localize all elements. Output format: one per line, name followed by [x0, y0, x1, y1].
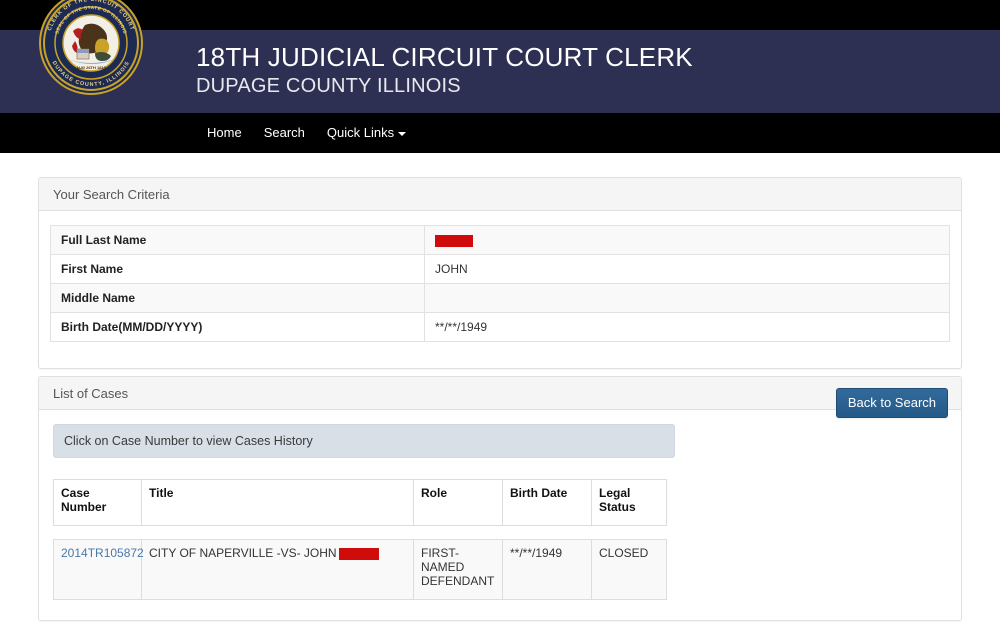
- criteria-label-first-name: First Name: [50, 254, 425, 284]
- column-header-legal-status: Legal Status: [591, 479, 667, 526]
- search-criteria-body: Full Last Name First Name JOHN Middle Na…: [39, 211, 961, 353]
- site-branding: 18TH JUDICIAL CIRCUIT COURT CLERK DUPAGE…: [196, 41, 693, 99]
- search-criteria-title: Your Search Criteria: [53, 187, 170, 202]
- list-of-cases-title: List of Cases: [53, 386, 129, 401]
- column-header-title: Title: [141, 479, 414, 526]
- cell-case-number: 2014TR105872: [53, 539, 144, 600]
- table-row: 2014TR105872 CITY OF NAPERVILLE -VS- JOH…: [53, 539, 667, 600]
- criteria-value-full-last-name: [424, 225, 950, 255]
- criteria-label-full-last-name: Full Last Name: [50, 225, 425, 255]
- seal-date-text: AUG 26TH 1818: [76, 65, 107, 70]
- column-header-birth-date: Birth Date: [502, 479, 592, 526]
- nav-item-quick-links-label: Quick Links: [326, 125, 395, 140]
- search-criteria-heading: Your Search Criteria: [39, 178, 961, 211]
- criteria-value-birth-date: **/**/1949: [424, 312, 950, 342]
- table-row: Full Last Name: [50, 225, 950, 255]
- list-of-cases-panel: List of Cases Back to Search Click on Ca…: [38, 376, 962, 621]
- nav-items: Home Search Quick Links: [196, 113, 417, 153]
- column-header-role: Role: [413, 479, 503, 526]
- nav-item-home-label: Home: [207, 125, 242, 140]
- list-of-cases-heading: List of Cases: [39, 377, 961, 410]
- table-row: Middle Name: [50, 283, 950, 313]
- cell-birth-date: **/**/1949: [502, 539, 592, 600]
- court-seal-logo: CLERK OF THE CIRCUIT COURT SEAL OF THE S…: [37, 0, 145, 97]
- criteria-value-first-name: JOHN: [424, 254, 950, 284]
- search-criteria-table: Full Last Name First Name JOHN Middle Na…: [50, 225, 950, 342]
- cell-case-title: CITY OF NAPERVILLE -VS- JOHN: [141, 539, 414, 600]
- cases-table: Case Number Title Role Birth Date Legal …: [53, 479, 667, 600]
- nav-item-home[interactable]: Home: [196, 113, 253, 153]
- nav-item-quick-links[interactable]: Quick Links: [316, 113, 417, 153]
- site-header-band: 18TH JUDICIAL CIRCUIT COURT CLERK DUPAGE…: [0, 30, 1000, 113]
- case-history-hint: Click on Case Number to view Cases Histo…: [53, 424, 675, 458]
- nav-item-search[interactable]: Search: [253, 113, 316, 153]
- main-navbar: Home Search Quick Links: [0, 113, 1000, 153]
- case-number-link[interactable]: 2014TR105872: [61, 546, 144, 560]
- redaction-bar: [435, 234, 473, 247]
- cell-role: FIRST-NAMED DEFENDANT: [413, 539, 503, 600]
- top-black-strip: [0, 0, 1000, 30]
- page-content: Your Search Criteria Full Last Name Firs…: [0, 153, 1000, 625]
- table-row: First Name JOHN: [50, 254, 950, 284]
- back-to-search-button[interactable]: Back to Search: [835, 388, 948, 418]
- criteria-value-middle-name: [424, 283, 950, 313]
- cell-legal-status: CLOSED: [591, 539, 667, 600]
- search-criteria-panel: Your Search Criteria Full Last Name Firs…: [38, 177, 962, 369]
- table-row: Birth Date(MM/DD/YYYY) **/**/1949: [50, 312, 950, 342]
- column-header-case-number: Case Number: [53, 479, 142, 526]
- table-spacer-row: [53, 525, 667, 540]
- chevron-down-icon: [398, 131, 407, 136]
- criteria-label-birth-date: Birth Date(MM/DD/YYYY): [50, 312, 425, 342]
- site-title: 18TH JUDICIAL CIRCUIT COURT CLERK: [196, 42, 693, 72]
- nav-item-search-label: Search: [263, 125, 305, 140]
- redaction-bar: [338, 547, 379, 560]
- site-subtitle: DUPAGE COUNTY ILLINOIS: [196, 75, 461, 97]
- case-title-text: CITY OF NAPERVILLE -VS- JOHN: [149, 546, 337, 560]
- list-of-cases-body: Click on Case Number to view Cases Histo…: [39, 410, 961, 611]
- cases-table-header-row: Case Number Title Role Birth Date Legal …: [53, 479, 667, 526]
- criteria-label-middle-name: Middle Name: [50, 283, 425, 313]
